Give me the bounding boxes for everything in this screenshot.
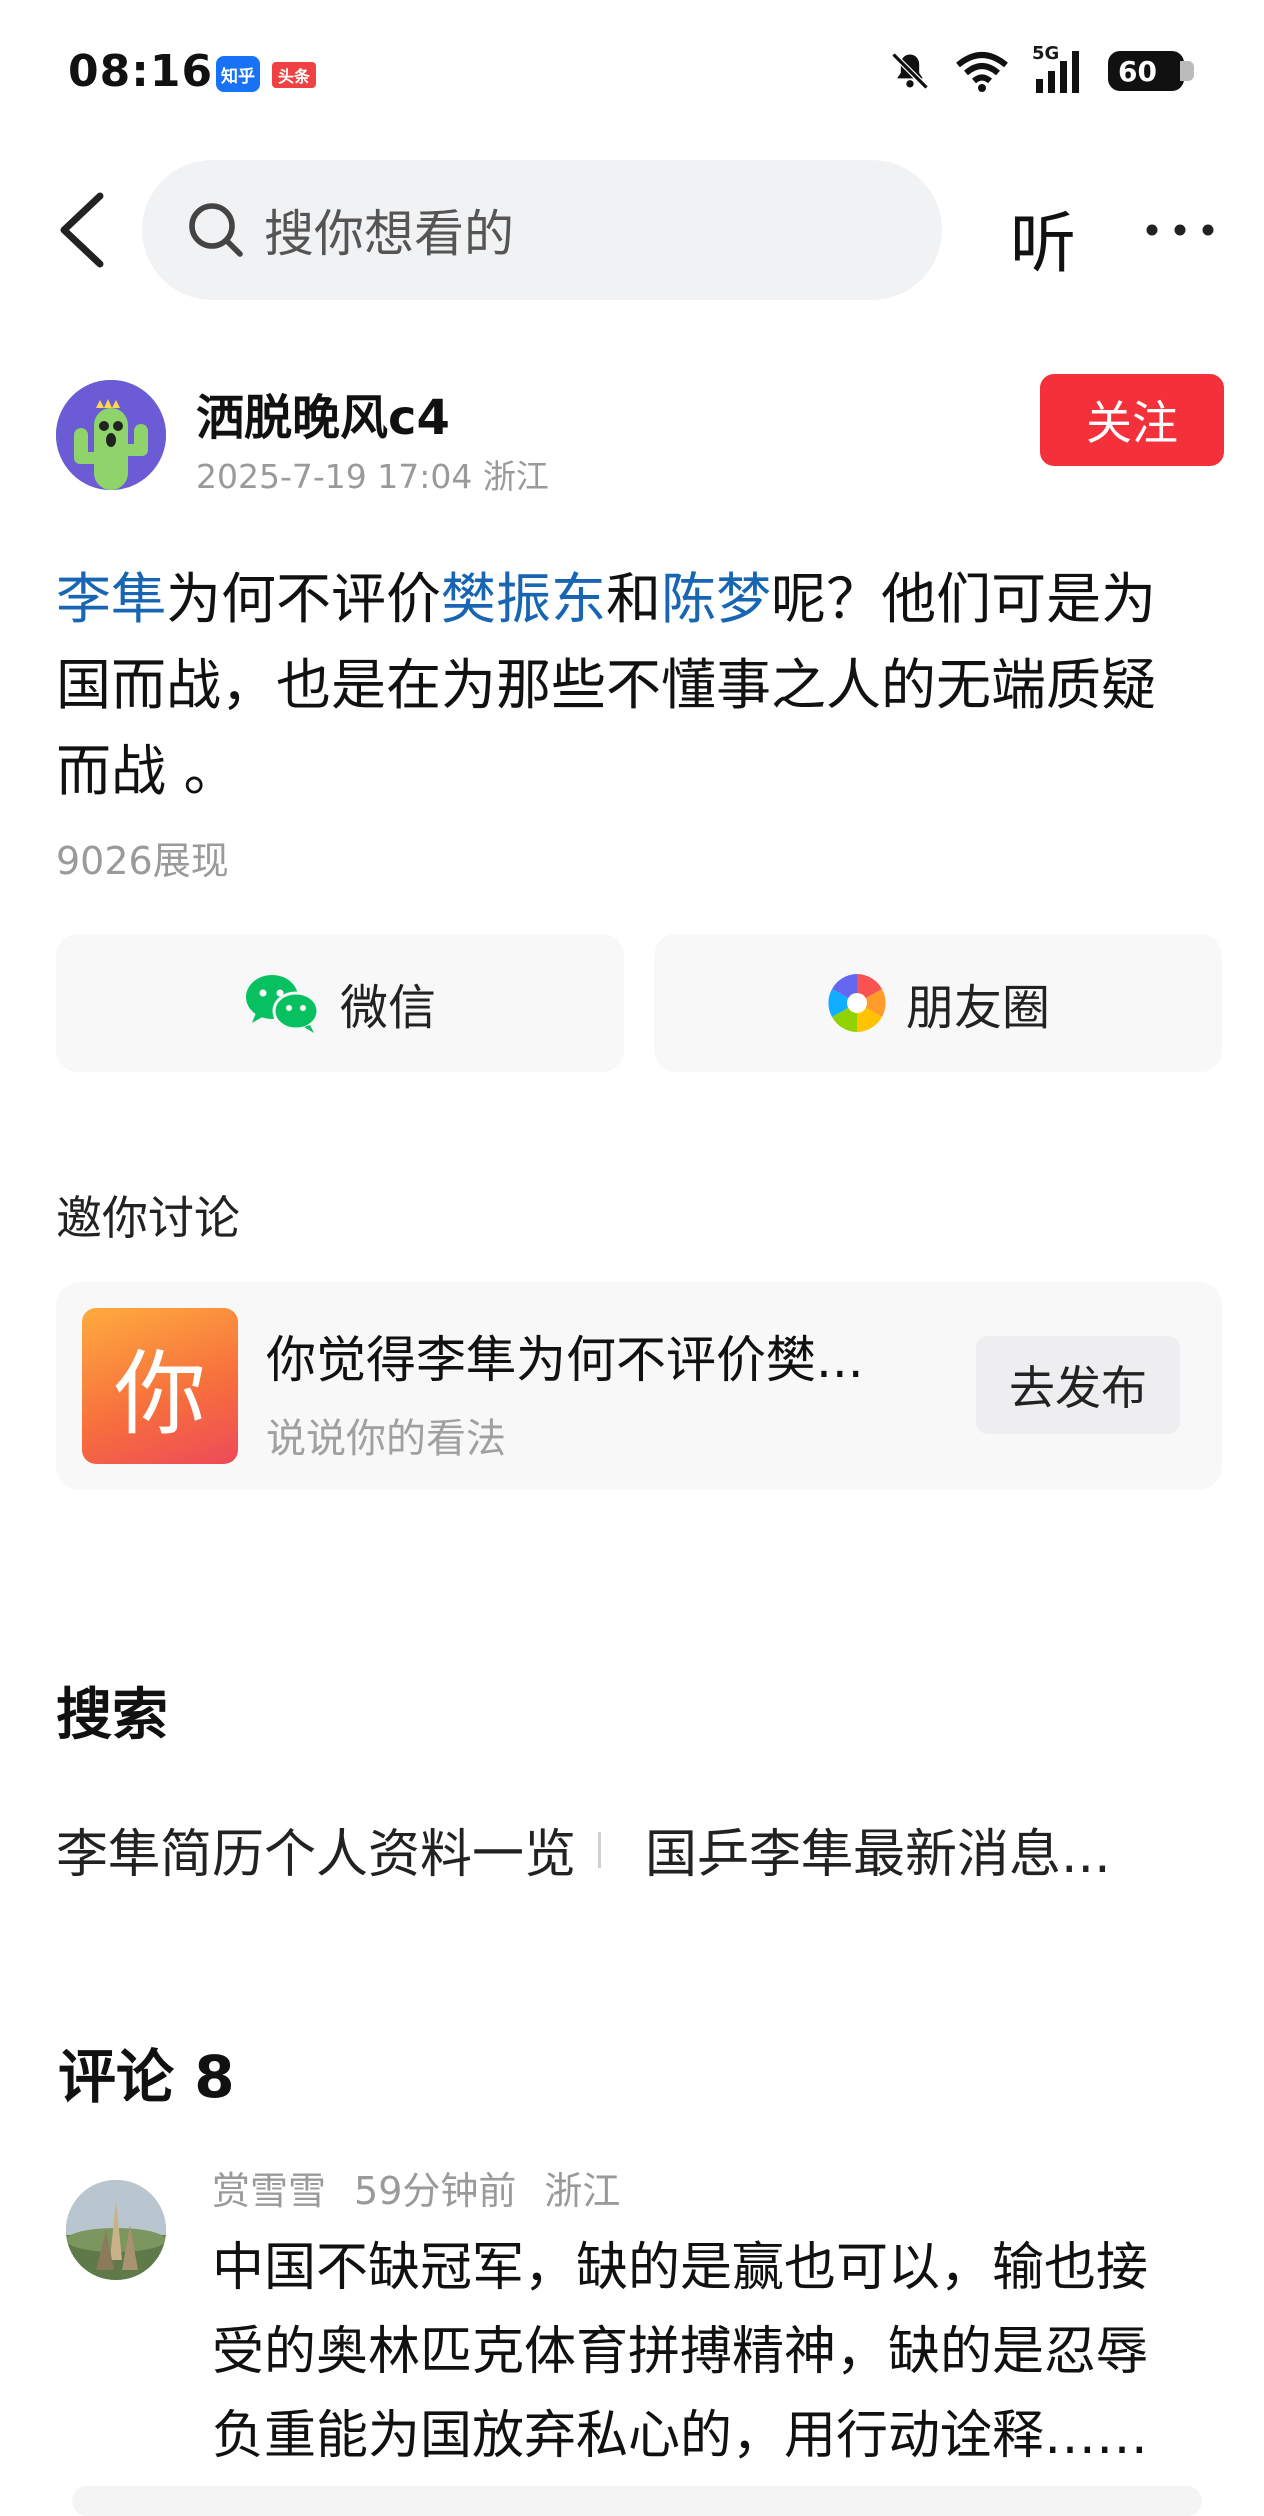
status-icons: 5G 60 bbox=[888, 43, 1194, 94]
invite-title[interactable]: 你觉得李隼为何不评价樊... bbox=[266, 1320, 956, 1392]
invite-subtitle: 说说你的看法 bbox=[266, 1416, 506, 1462]
wechat-icon bbox=[245, 975, 320, 1033]
invite-thumbnail: 你 bbox=[82, 1308, 238, 1464]
topic-link-chen-meng[interactable]: 陈梦 bbox=[661, 567, 771, 631]
share-moments-button[interactable]: 朋友圈 bbox=[654, 934, 1222, 1072]
battery-icon: 60 bbox=[1108, 51, 1194, 91]
view-count: 9026展现 bbox=[56, 839, 229, 883]
share-wechat-button[interactable]: 微信 bbox=[56, 934, 624, 1072]
post-text: 为何不评价 bbox=[166, 567, 442, 631]
more-dots-icon bbox=[1146, 224, 1214, 236]
comment-user[interactable]: 赏雪雪 bbox=[212, 2169, 326, 2213]
comment-time: 59分钟前 bbox=[354, 2169, 517, 2213]
share-moments-label: 朋友圈 bbox=[905, 980, 1050, 1036]
more-button[interactable] bbox=[1140, 200, 1220, 260]
post-content: 李隼为何不评价樊振东和陈梦呢？他们可是为国而战，也是在为那些不懂事之人的无端质疑… bbox=[56, 556, 1206, 814]
share-wechat-label: 微信 bbox=[339, 980, 436, 1036]
wifi-icon bbox=[956, 52, 1008, 92]
cactus-avatar-icon bbox=[56, 380, 166, 490]
status-time: 08:16 bbox=[68, 46, 214, 97]
back-button[interactable] bbox=[52, 190, 112, 270]
back-arrow-icon bbox=[60, 192, 104, 268]
listen-button[interactable]: 听 bbox=[1010, 190, 1076, 286]
search-suggestion-link[interactable]: 国乒李隼最新消息... bbox=[645, 1812, 1111, 1887]
divider bbox=[598, 1831, 602, 1868]
search-input[interactable]: 搜你想看的 bbox=[142, 160, 942, 300]
post-text: 和 bbox=[606, 567, 662, 631]
search-placeholder: 搜你想看的 bbox=[264, 205, 514, 263]
topic-link-li-sun[interactable]: 李隼 bbox=[56, 567, 166, 631]
search-icon bbox=[189, 203, 243, 257]
comments-heading: 评论 8 bbox=[58, 2043, 235, 2111]
network-label: 5G bbox=[1032, 43, 1060, 64]
battery-level: 60 bbox=[1118, 54, 1157, 88]
comment-meta: 赏雪雪 59分钟前 浙江 bbox=[212, 2160, 648, 2215]
post-meta: 2025-7-19 17:04 浙江 bbox=[196, 457, 549, 496]
zhihu-app-icon: 知乎 bbox=[216, 56, 260, 92]
landscape-avatar-icon bbox=[66, 2180, 166, 2280]
toutiao-app-icon: 头条 bbox=[272, 62, 316, 88]
comment-avatar[interactable] bbox=[66, 2180, 166, 2280]
mute-bell-icon bbox=[891, 52, 929, 90]
search-suggestions: 李隼简历个人资料一览 国乒李隼最新消息... bbox=[56, 1812, 1111, 1887]
comment-location: 浙江 bbox=[544, 2169, 621, 2213]
author-avatar[interactable] bbox=[56, 380, 166, 490]
invite-heading: 邀你讨论 bbox=[56, 1191, 240, 1245]
signal-icon: 5G bbox=[1032, 43, 1086, 93]
bottom-input-bar[interactable] bbox=[72, 2486, 1202, 2516]
author-name[interactable]: 洒脱晚风c4 bbox=[196, 378, 450, 448]
search-section-heading: 搜索 bbox=[56, 1683, 168, 1748]
follow-button[interactable]: 关注 bbox=[1040, 374, 1224, 466]
moments-aperture-icon bbox=[827, 974, 886, 1032]
comment-text: 中国不缺冠军，缺的是赢也可以，输也接受的奥林匹克体育拼搏精神，缺的是忍辱负重能为… bbox=[212, 2238, 1149, 2466]
publish-button[interactable]: 去发布 bbox=[976, 1336, 1180, 1434]
search-suggestion-link[interactable]: 李隼简历个人资料一览 bbox=[56, 1812, 576, 1887]
topic-link-fan-zhendong[interactable]: 樊振东 bbox=[441, 567, 606, 631]
invite-thumb-char: 你 bbox=[113, 1340, 206, 1448]
